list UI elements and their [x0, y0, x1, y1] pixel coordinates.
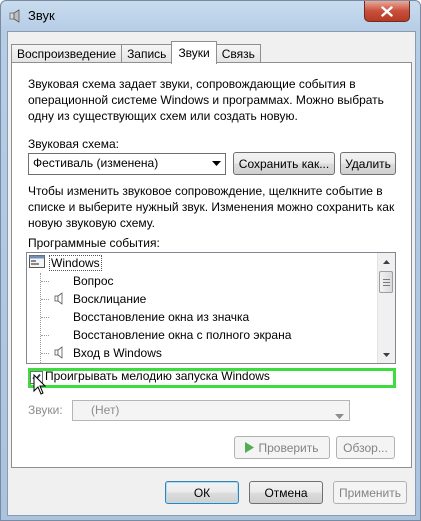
chevron-down-icon[interactable]: [335, 408, 344, 422]
tree-connector: [41, 353, 49, 354]
tree-group-windows[interactable]: Windows: [29, 254, 102, 272]
speaker-icon: [9, 9, 23, 23]
event-item-restore-from-icon[interactable]: Восстановление окна из значка: [73, 308, 249, 326]
scheme-description-line-3: одну из существующих схем или создать но…: [28, 109, 298, 123]
tree-connector: [41, 317, 49, 318]
speaker-icon: [54, 292, 64, 308]
instruction-line-1: Чтобы изменить звуковое сопровождение, щ…: [28, 184, 383, 198]
events-scrollbar[interactable]: [377, 253, 395, 363]
tab-recording[interactable]: Запись: [121, 44, 173, 64]
scheme-description-line-2: операционной системе Windows и программа…: [28, 93, 384, 107]
tree-connector: [40, 273, 41, 363]
event-item-restore-from-fullscreen[interactable]: Восстановление окна с полного экрана: [73, 326, 291, 344]
tree-connector: [41, 299, 49, 300]
sound-dialog-window: Звук Воспроизведение Запись Звуки Связь …: [0, 0, 421, 521]
tab-strip: Воспроизведение Запись Звуки Связь: [11, 41, 261, 64]
scroll-up-arrow-icon[interactable]: [378, 253, 395, 270]
cancel-button[interactable]: Отмена: [249, 481, 323, 504]
scheme-dropdown[interactable]: Фестиваль (изменена): [28, 153, 226, 175]
scroll-down-arrow-icon[interactable]: [378, 346, 395, 363]
instruction-line-3: новую звуковую схему.: [28, 216, 155, 230]
sounds-tab-panel: Звуковая схема задает звуки, сопровождаю…: [11, 62, 412, 468]
window-title: Звук: [28, 8, 55, 23]
tab-communications[interactable]: Связь: [215, 44, 261, 64]
test-sound-button[interactable]: Проверить: [234, 436, 330, 459]
save-as-button[interactable]: Сохранить как...: [233, 152, 335, 175]
dialog-client-area: Воспроизведение Запись Звуки Связь Звуко…: [7, 31, 416, 516]
windows-group-icon: [29, 254, 45, 273]
event-item-windows-logon[interactable]: Вход в Windows: [73, 344, 162, 362]
program-events-tree[interactable]: Windows Вопрос Восклицание Восстановлени…: [26, 252, 396, 364]
scheme-label: Звуковая схема:: [28, 137, 119, 151]
instruction-line-2: списке и выберите нужный звук. Изменения…: [28, 200, 395, 214]
title-bar[interactable]: Звук: [1, 1, 420, 31]
tree-connector: [41, 281, 49, 282]
event-item-question[interactable]: Вопрос: [73, 272, 114, 290]
scheme-description-line-1: Звуковая схема задает звуки, сопровождаю…: [28, 77, 356, 91]
mouse-cursor-icon: [33, 373, 53, 400]
sounds-label: Звуки:: [28, 403, 63, 417]
sound-file-value: (Нет): [91, 403, 120, 417]
tree-connector: [41, 335, 49, 336]
event-item-exclamation[interactable]: Восклицание: [73, 290, 146, 308]
sound-file-dropdown[interactable]: (Нет): [72, 400, 350, 421]
play-icon: [245, 442, 255, 453]
ok-button[interactable]: ОК: [165, 481, 239, 504]
tree-group-label: Windows: [49, 255, 102, 271]
apply-button[interactable]: Применить: [333, 481, 407, 504]
test-sound-label: Проверить: [258, 440, 319, 455]
tab-playback[interactable]: Воспроизведение: [11, 44, 123, 64]
close-button[interactable]: [364, 1, 410, 22]
scheme-dropdown-value: Фестиваль (изменена): [33, 156, 159, 170]
speaker-icon: [54, 346, 64, 362]
startup-sound-label[interactable]: Проигрывать мелодию запуска Windows: [45, 369, 270, 383]
browse-button[interactable]: Обзор...: [336, 436, 395, 459]
chevron-down-icon[interactable]: [207, 154, 225, 174]
scroll-thumb[interactable]: [379, 271, 393, 293]
program-events-label: Программные события:: [28, 236, 160, 250]
tab-sounds[interactable]: Звуки: [171, 41, 217, 64]
close-icon: [381, 5, 393, 17]
delete-scheme-button[interactable]: Удалить: [340, 152, 396, 175]
